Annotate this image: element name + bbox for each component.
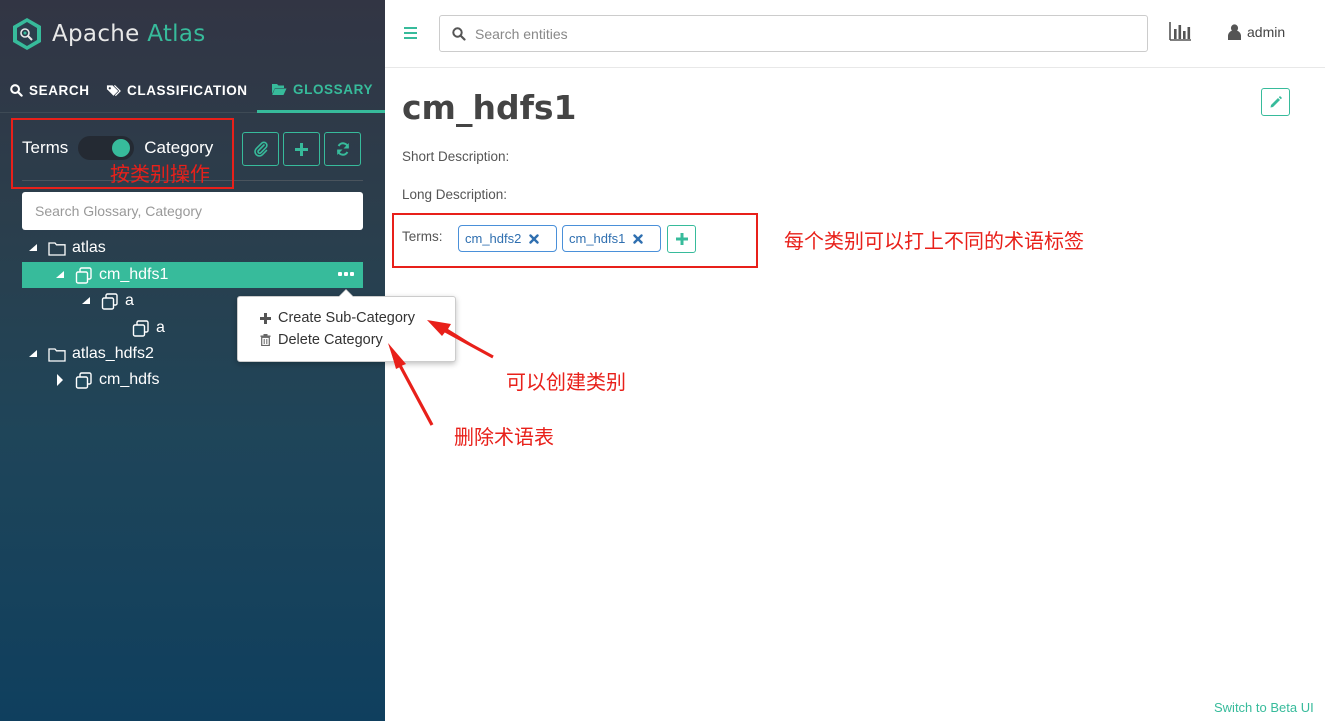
refresh-button[interactable]: [324, 132, 361, 166]
refresh-icon: [336, 142, 349, 156]
tab-classification[interactable]: CLASSIFICATION: [106, 68, 248, 113]
folder-open-icon: [272, 83, 287, 95]
tree-node-label: a: [156, 319, 165, 336]
tab-search-label: SEARCH: [29, 83, 90, 98]
tree-node-label: atlas: [72, 239, 106, 256]
attach-button[interactable]: [242, 132, 279, 166]
search-icon: [452, 26, 466, 41]
trash-icon: [260, 334, 271, 346]
statistics-icon[interactable]: [1169, 22, 1192, 46]
annotation-text: 删除术语表: [454, 425, 554, 449]
switch-to-beta-link[interactable]: Switch to Beta UI: [1214, 700, 1314, 715]
caret-down-icon[interactable]: [28, 350, 38, 358]
short-description-label: Short Description:: [402, 149, 510, 164]
tree-node-label: cm_hdfs: [99, 371, 160, 388]
category-copy-icon: [101, 292, 119, 310]
page-title: cm_hdfs1: [402, 88, 577, 127]
glossary-search-input[interactable]: [22, 192, 363, 230]
menu-item-label: Create Sub-Category: [278, 310, 416, 326]
folder-icon: [48, 347, 66, 362]
search-icon: [10, 84, 23, 97]
folder-icon: [48, 241, 66, 256]
annotation-text: 按类别操作: [110, 162, 210, 186]
paperclip-icon: [253, 141, 268, 157]
delete-category-menu-item[interactable]: Delete Category: [260, 330, 383, 350]
entity-search-input[interactable]: [475, 18, 1147, 49]
entity-search-box: [439, 15, 1148, 52]
category-copy-icon: [132, 319, 150, 337]
tree-node-atlas-hdfs2[interactable]: atlas_hdfs2: [28, 341, 154, 367]
plus-icon: [260, 312, 271, 324]
tree-node-label: cm_hdfs1: [99, 266, 169, 283]
app-title: Apache Atlas: [52, 21, 206, 47]
annotation-text: 每个类别可以打上不同的术语标签: [784, 229, 1084, 253]
category-context-menu: Create Sub-Category Delete Category: [237, 289, 456, 362]
menu-item-label: Delete Category: [278, 332, 383, 348]
tree-node-label: atlas_hdfs2: [72, 345, 154, 362]
sidebar-tabs: SEARCH CLASSIFICATION GLOSSARY: [0, 68, 385, 113]
top-bar: admin: [385, 0, 1325, 68]
tree-node-label: a: [125, 292, 134, 309]
tab-glossary-label: GLOSSARY: [293, 81, 374, 97]
tab-glossary[interactable]: GLOSSARY: [257, 68, 385, 113]
more-options-icon[interactable]: [335, 266, 357, 282]
tab-search[interactable]: SEARCH: [10, 68, 90, 113]
caret-right-icon[interactable]: [55, 374, 65, 386]
category-copy-icon: [75, 371, 93, 389]
annotation-text: 可以创建类别: [506, 370, 626, 394]
logo-word-atlas: Atlas: [147, 21, 206, 47]
tree-node-cm-hdfs[interactable]: cm_hdfs: [55, 367, 159, 393]
tree-node-cm-hdfs1[interactable]: cm_hdfs1: [55, 262, 168, 288]
user-menu[interactable]: admin: [1228, 24, 1285, 40]
tree-node-a[interactable]: a: [81, 288, 134, 314]
app-logo[interactable]: Apache Atlas: [12, 17, 206, 51]
long-description-label: Long Description:: [402, 187, 508, 202]
plus-icon: [295, 142, 308, 156]
tag-icon: [106, 84, 121, 96]
caret-down-icon[interactable]: [55, 271, 65, 279]
annotation-box: [392, 213, 758, 268]
category-copy-icon: [75, 266, 93, 284]
caret-down-icon[interactable]: [81, 297, 91, 305]
tree-node-a-leaf[interactable]: a: [132, 315, 165, 341]
user-name: admin: [1247, 24, 1286, 40]
pencil-icon: [1270, 95, 1282, 107]
tree-node-atlas[interactable]: atlas: [28, 235, 106, 261]
add-glossary-button[interactable]: [283, 132, 320, 166]
create-sub-category-menu-item[interactable]: Create Sub-Category: [260, 308, 415, 328]
user-icon: [1228, 24, 1241, 40]
caret-down-icon[interactable]: [28, 244, 38, 252]
tab-classification-label: CLASSIFICATION: [127, 83, 248, 98]
logo-word-apache: Apache: [52, 21, 140, 47]
hamburger-menu-icon[interactable]: [404, 27, 417, 39]
edit-button[interactable]: [1261, 88, 1290, 116]
atlas-logo-icon: [13, 18, 41, 50]
